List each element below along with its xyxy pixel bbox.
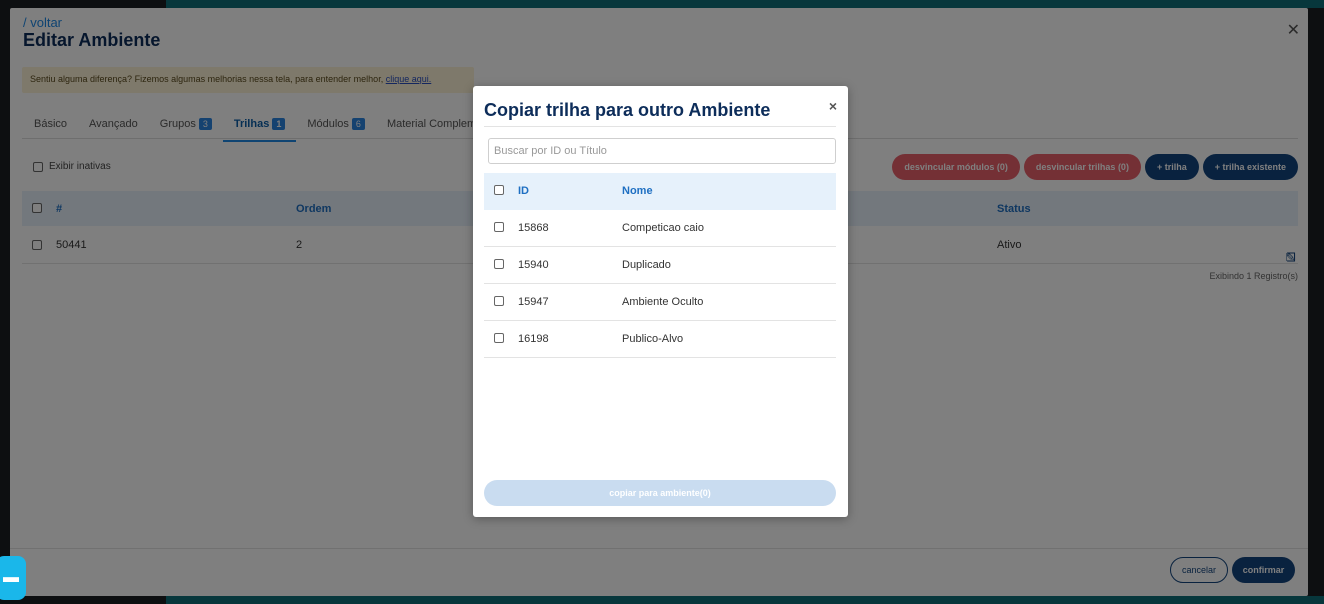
divider — [484, 126, 836, 127]
row-name: Publico-Alvo — [622, 333, 684, 345]
close-icon[interactable]: × — [829, 98, 837, 114]
row-checkbox[interactable] — [494, 222, 504, 232]
copy-to-environment-button[interactable]: copiar para ambiente(0) — [484, 480, 836, 506]
row-id: 16198 — [518, 333, 549, 345]
table-row: 15947 Ambiente Oculto — [484, 284, 836, 321]
table-row: 16198 Publico-Alvo — [484, 321, 836, 358]
select-all-checkbox[interactable] — [494, 185, 504, 195]
modal-table-header: ID Nome — [484, 173, 836, 210]
row-name: Duplicado — [622, 259, 671, 271]
row-name: Competicao caio — [622, 222, 704, 234]
copy-trilha-modal: Copiar trilha para outro Ambiente × ID N… — [473, 86, 848, 517]
modal-title: Copiar trilha para outro Ambiente — [484, 100, 771, 120]
header-name: Nome — [622, 185, 653, 197]
chat-icon[interactable]: ▬ — [0, 556, 26, 600]
row-id: 15947 — [518, 296, 549, 308]
header-id: ID — [518, 185, 529, 197]
search-input[interactable] — [488, 138, 836, 164]
row-id: 15940 — [518, 259, 549, 271]
row-name: Ambiente Oculto — [622, 296, 704, 308]
row-id: 15868 — [518, 222, 549, 234]
table-row: 15940 Duplicado — [484, 247, 836, 284]
row-checkbox[interactable] — [494, 296, 504, 306]
table-row: 15868 Competicao caio — [484, 210, 836, 247]
row-checkbox[interactable] — [494, 333, 504, 343]
row-checkbox[interactable] — [494, 259, 504, 269]
